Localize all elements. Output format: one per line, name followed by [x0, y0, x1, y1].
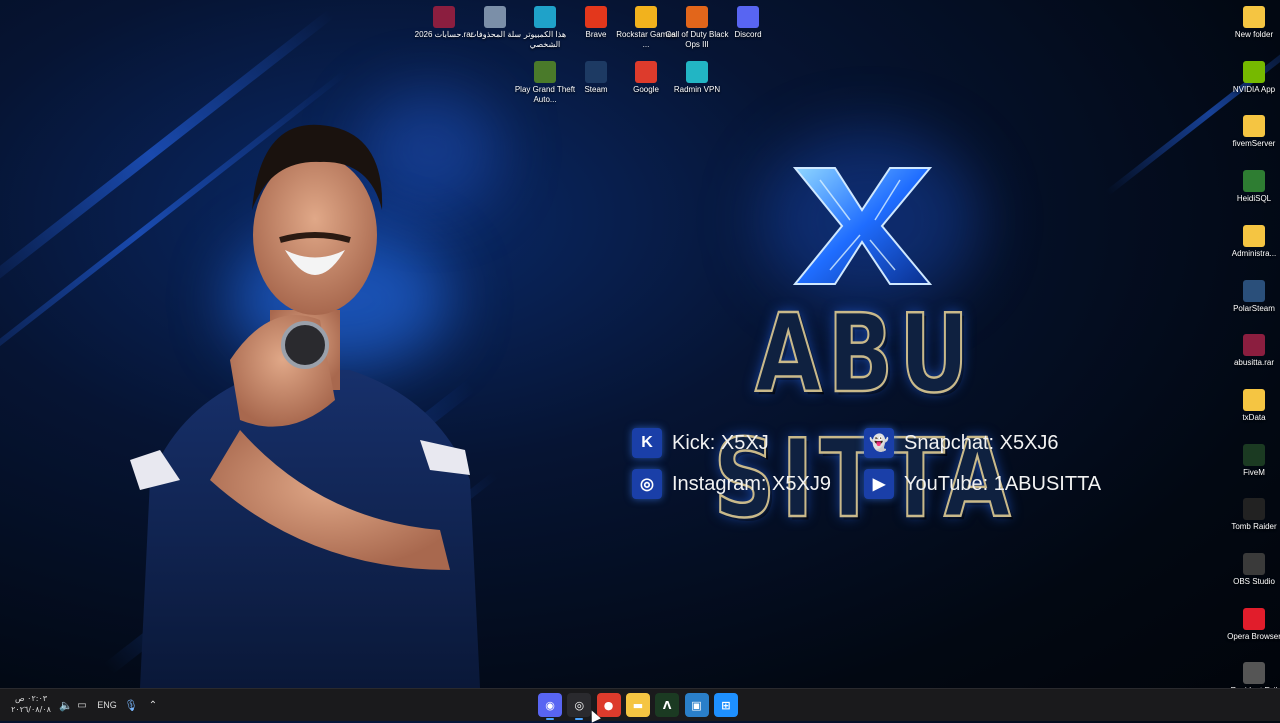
obs-icon [1243, 553, 1265, 575]
game-icon [1243, 662, 1265, 685]
recycle-bin-icon [484, 6, 506, 28]
chevron-up-icon[interactable]: ⌃ [146, 689, 160, 721]
desktop-icon[interactable]: HeidiSQL [1222, 170, 1280, 204]
folder-icon [1243, 115, 1265, 138]
taskbar-clock[interactable]: ٠٢:٠٣ ص ٢٠٢٦/٠٨/٠٨ [8, 693, 54, 719]
social-youtube: ▶ YouTube: 1ABUSITTA [864, 469, 1101, 499]
social-label: YouTube: 1ABUSITTA [904, 472, 1102, 495]
winrar-archive-icon [433, 6, 455, 28]
file-explorer-app-icon[interactable]: ▬ [625, 693, 650, 717]
brand-name: ABU SITTA [712, 291, 1011, 544]
desktop-icon-label: Tomb Raider [1231, 522, 1277, 532]
desktop-icon[interactable]: txData [1222, 388, 1280, 423]
desktop-icon[interactable]: Administra... [1222, 224, 1280, 259]
social-label: Snapchat: X5XJ6 [904, 431, 1059, 454]
desktop-icon[interactable]: abusitta.rar [1222, 334, 1280, 368]
cod-icon [686, 6, 708, 28]
folder-icon [1243, 388, 1265, 411]
start-app-icon[interactable]: ⊞ [713, 693, 738, 717]
desktop-icon-label: fivemServer [1232, 139, 1276, 149]
steam-icon [585, 61, 607, 83]
microphone-icon[interactable]: 🎙 [124, 689, 138, 721]
photos-app-icon[interactable]: ▣ [684, 693, 709, 717]
desktop-icon[interactable]: fivemServer [1222, 115, 1280, 149]
desktop-icon-label: txData [1242, 412, 1266, 422]
desktop-icon-label: PolarSteam [1233, 303, 1275, 313]
social-snapchat: 👻 Snapchat: X5XJ6 [864, 428, 1059, 458]
youtube-icon: ▶ [864, 469, 894, 499]
desktop-icon[interactable]: Radmin VPN [665, 61, 729, 95]
rockstar-icon [635, 6, 657, 28]
desktop-wallpaper: ABU SITTA K Kick: X5XJ 👻 Snapchat: X5XJ6… [0, 0, 1280, 688]
discord-app-icon[interactable]: ◉ [538, 693, 562, 720]
chrome-app-icon[interactable]: ● [596, 693, 621, 717]
desktop-icon-label: Opera Browser [1227, 631, 1280, 641]
network-icon[interactable]: ▭ [75, 689, 89, 721]
clock-time: ٠٢:٠٣ ص [14, 694, 48, 703]
speaker-icon[interactable]: 🔈 [58, 689, 74, 721]
desktop-icon-label: abusitta.rar [1233, 358, 1275, 368]
desktop-icon-label: OBS Studio [1233, 577, 1275, 586]
desktop-icon[interactable]: PolarSteam [1222, 279, 1280, 314]
desktop-icon[interactable]: NVIDIA App [1222, 60, 1280, 95]
instagram-icon: ◎ [632, 469, 662, 499]
discord-icon [737, 6, 759, 28]
desktop-icon-label: NVIDIA App [1232, 84, 1276, 94]
brand-x-logo [792, 167, 933, 285]
desktop-icon-label: Discord [734, 30, 762, 39]
desktop-icon-label: Radmin VPN [673, 85, 721, 94]
social-label: Instagram: X5XJ9 [672, 472, 831, 495]
person-photo [130, 124, 480, 688]
kick-icon: K [632, 428, 662, 458]
polarsteam-icon [1243, 279, 1265, 302]
taskbar: ٠٢:٠٣ ص ٢٠٢٦/٠٨/٠٨ 🔈 ▭ ENG 🎙 ⌃ ◉ ◎ ● ▬ Λ ▣ ⊞ [0, 688, 1280, 721]
language-indicator[interactable]: ENG [96, 689, 118, 721]
app-green-icon[interactable]: Λ [655, 693, 680, 717]
opera-icon [1243, 607, 1265, 630]
desktop-icon-label: FiveM [1243, 467, 1265, 477]
folder-icon [1243, 6, 1265, 28]
desktop-icon[interactable]: New folder [1222, 6, 1280, 40]
desktop-icon-label: New folder [1234, 30, 1274, 39]
desktop-icon[interactable]: Discord [716, 6, 780, 40]
social-kick: K Kick: X5XJ [632, 428, 769, 458]
desktop-icon[interactable]: Opera Browser [1222, 607, 1280, 642]
social-label: Kick: X5XJ [672, 431, 769, 454]
heidisql-icon [1243, 170, 1265, 193]
tomb-raider-icon [1243, 498, 1265, 521]
folder-icon [1243, 224, 1265, 247]
desktop-icon-label: HeidiSQL [1236, 194, 1272, 204]
desktop-icon[interactable]: FiveM [1222, 443, 1280, 478]
this-pc-icon [534, 6, 556, 28]
gta-icon [534, 61, 556, 83]
chrome-icon [635, 61, 657, 83]
brave-icon [585, 6, 607, 28]
winrar-archive-icon [1243, 334, 1265, 357]
social-instagram: ◎ Instagram: X5XJ9 [632, 469, 831, 499]
clock-date: ٢٠٢٦/٠٨/٠٨ [11, 705, 51, 714]
desktop-icon-label: Administra... [1231, 248, 1277, 258]
radmin-vpn-icon [686, 61, 708, 83]
nvidia-icon [1243, 60, 1265, 83]
snapchat-icon: 👻 [864, 428, 894, 458]
desktop-icon[interactable]: Tomb Raider [1222, 498, 1280, 532]
desktop-icon[interactable]: OBS Studio [1222, 553, 1280, 587]
fivem-icon [1243, 443, 1265, 466]
